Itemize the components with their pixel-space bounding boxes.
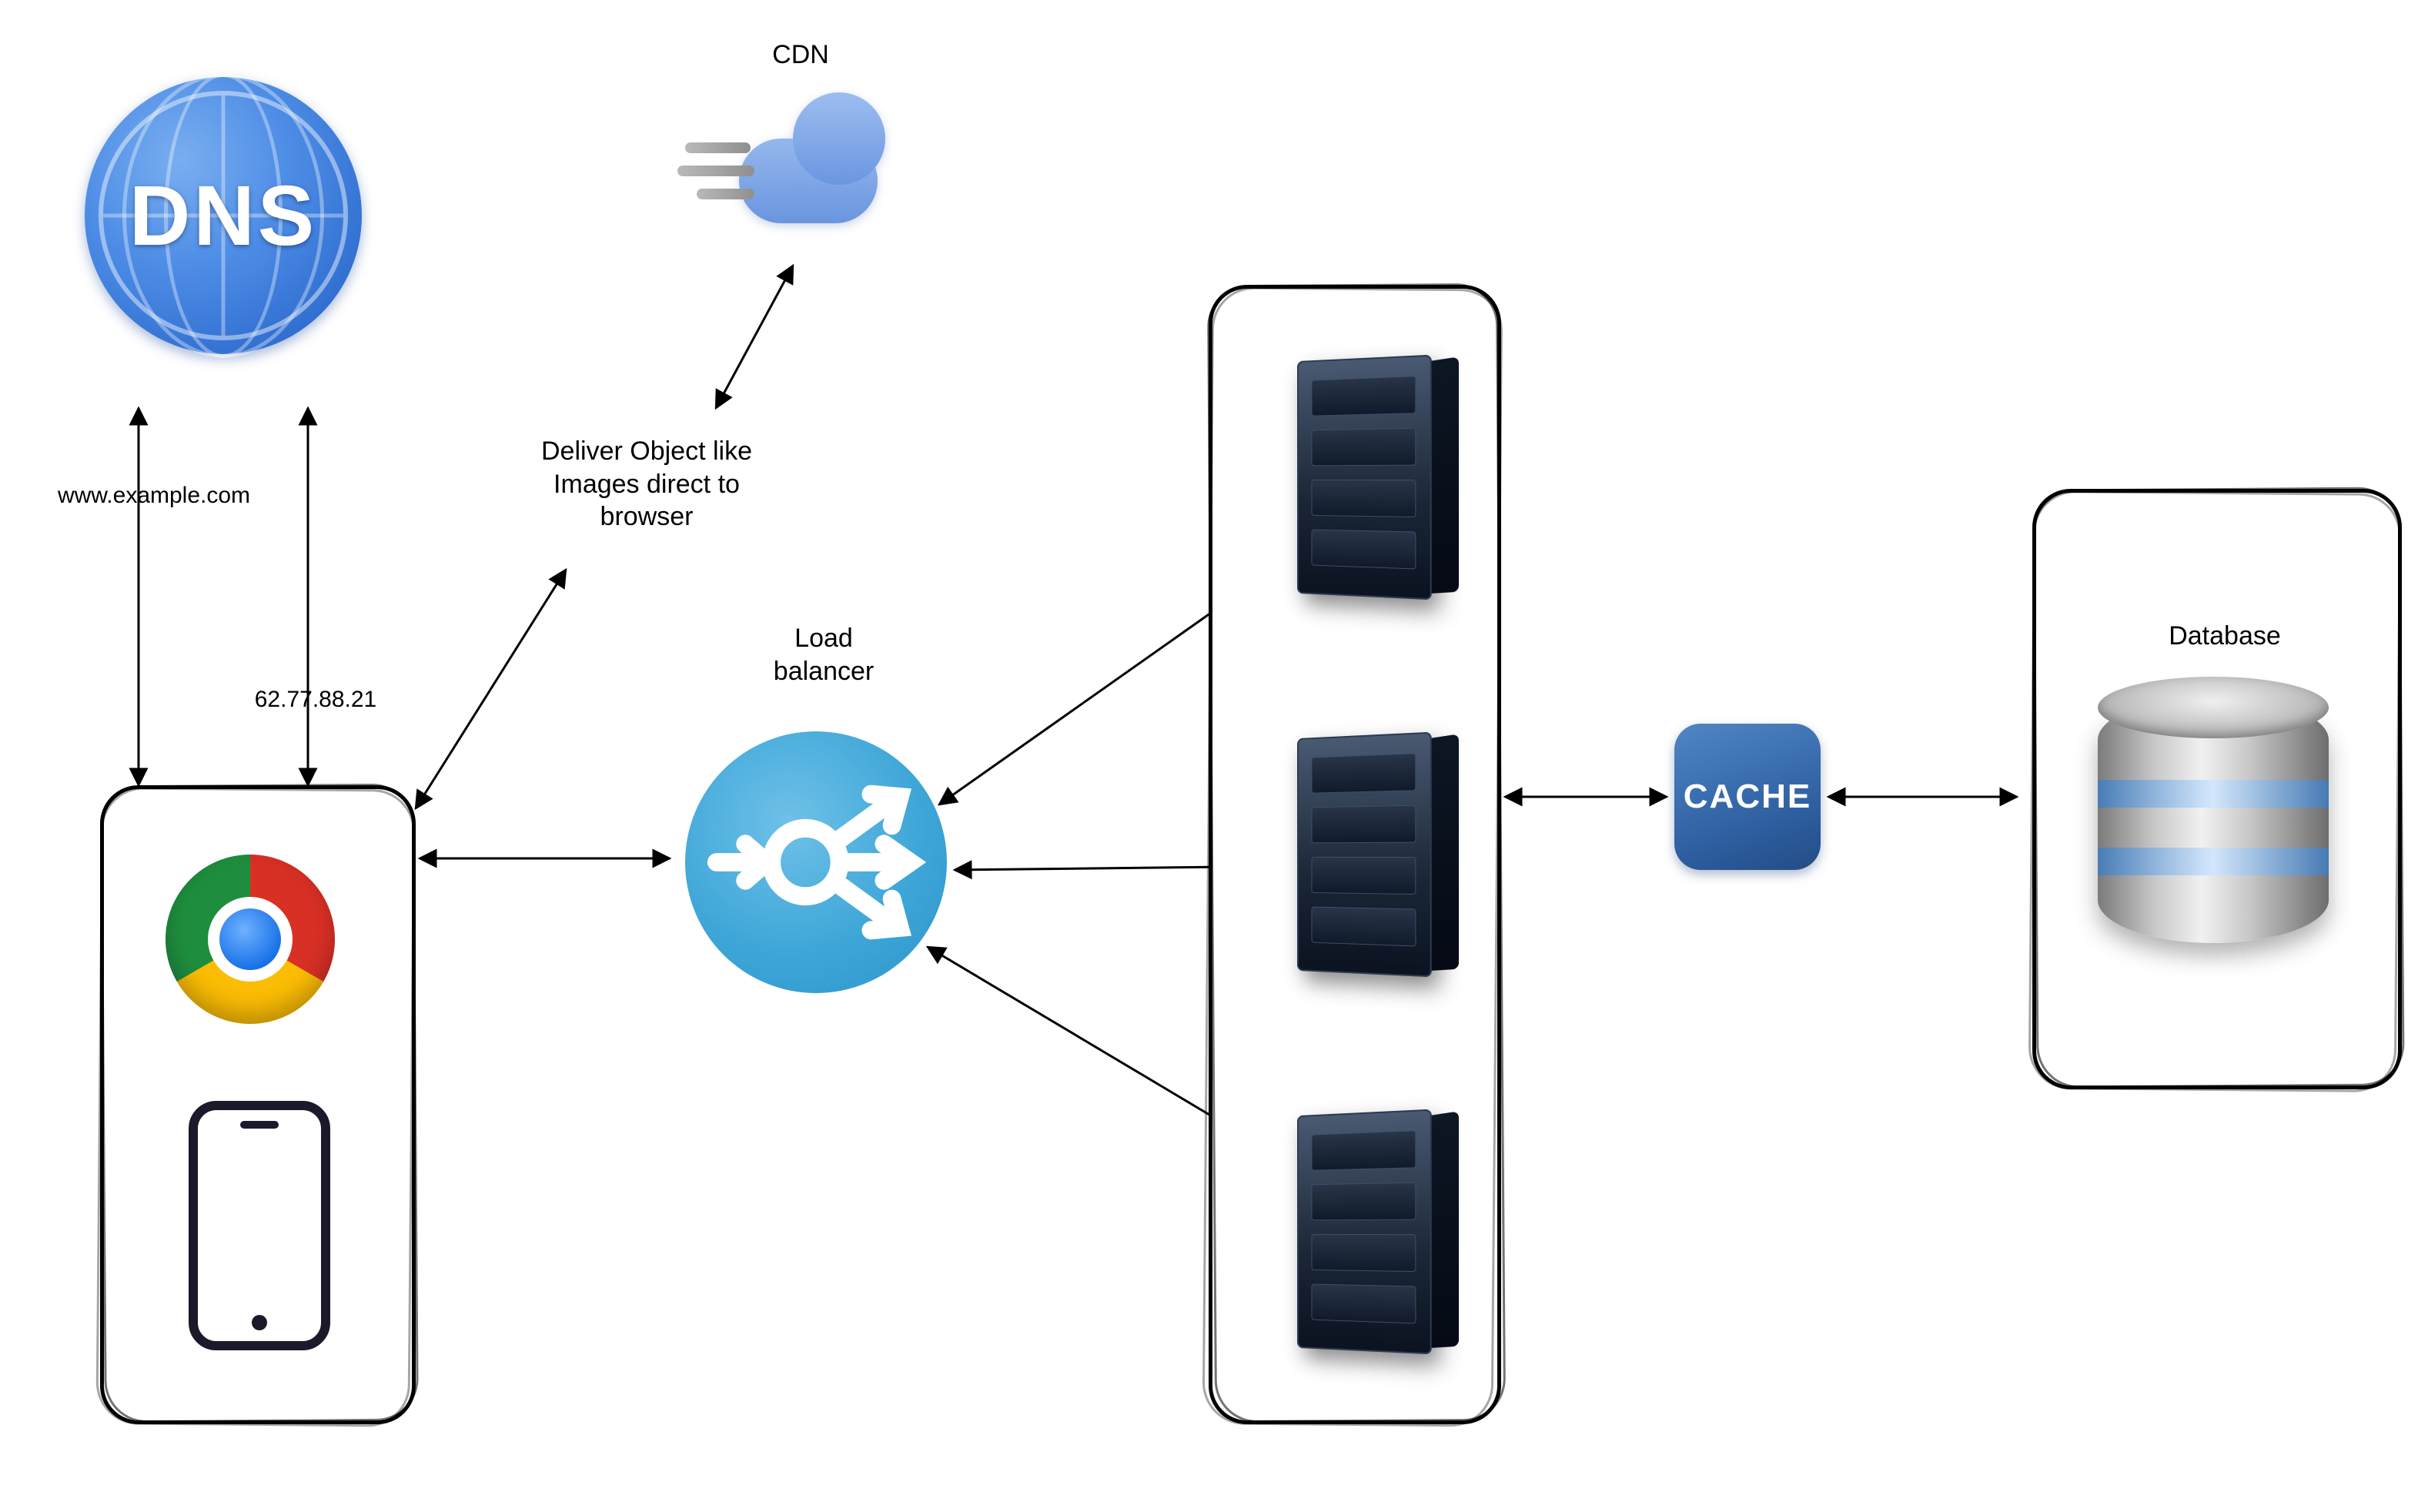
label-www-example: www.example.com: [46, 481, 262, 510]
dns-label: DNS: [85, 77, 362, 354]
chrome-browser-icon: [166, 855, 335, 1024]
database-node: [2098, 697, 2329, 943]
load-balancer-node: [685, 731, 947, 993]
database-label: Database: [2148, 620, 2302, 653]
load-balancer-label: Load balancer: [747, 622, 901, 687]
arrow-cdn-upper: [716, 266, 793, 408]
server-node-1: [1297, 355, 1432, 600]
cdn-label: CDN: [739, 38, 862, 72]
server-node-2: [1297, 732, 1432, 978]
cdn-node: [693, 92, 908, 231]
cache-node: CACHE: [1674, 724, 1821, 870]
label-cdn-deliver: Deliver Object like Images direct to bro…: [500, 435, 793, 534]
label-ip-address: 62.77.88.21: [231, 685, 400, 714]
dns-node: DNS: [85, 77, 362, 354]
mobile-phone-icon: [189, 1101, 330, 1350]
arrow-client-cdn-lower: [416, 570, 566, 808]
arrow-lb-server1: [939, 593, 1239, 805]
server-node-3: [1297, 1109, 1432, 1355]
